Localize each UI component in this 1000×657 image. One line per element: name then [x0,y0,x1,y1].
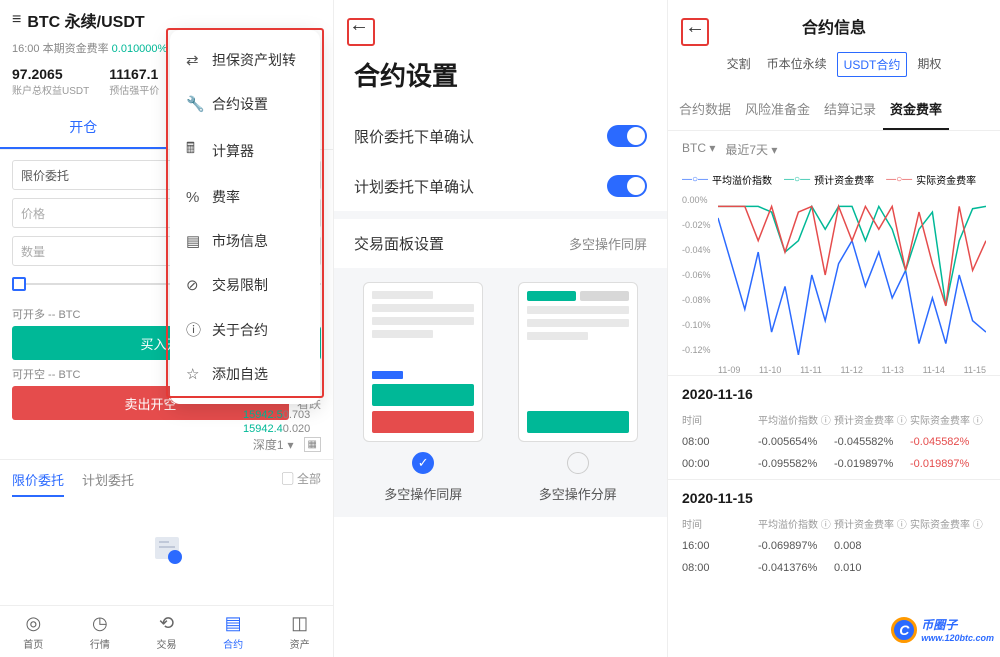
liq-value: 11167.1 [109,66,159,82]
screenshot-panel-3: ← 合约信息 交割 币本位永续 USDT合约 期权 合约数据 风险准备金 结算记… [667,0,1000,657]
menu-market-info[interactable]: ▤市场信息 [170,219,320,263]
equity-label: 账户总权益USDT [12,82,89,97]
limit-confirm-label: 限价委托下单确认 [354,126,474,147]
type-usdt[interactable]: USDT合约 [837,52,908,77]
tab-open[interactable]: 开仓 [0,107,167,149]
nav-trade[interactable]: ⟲交易 [133,606,200,657]
list-icon: ▤ [186,232,202,250]
price-input[interactable]: 价格 [21,205,45,222]
menu-fees[interactable]: %费率 [170,175,320,219]
calculator-icon: 🖩 [186,138,202,163]
table-row: 08:00-0.005654%-0.045582%-0.045582% [682,431,986,453]
radio-checked-icon [412,452,434,474]
table-row: 08:00-0.041376%0.010 [682,557,986,579]
menu-icon[interactable]: ≡ [12,11,21,29]
equity-value: 97.2065 [12,66,89,82]
plan-confirm-label: 计划委托下单确认 [354,176,474,197]
nav-assets[interactable]: ◫资产 [266,606,333,657]
nav-futures[interactable]: ▤合约 [200,606,267,657]
book-price: 15942.4 [243,423,283,435]
funding-rate-chart: 0.00%-0.02%-0.04%-0.06%-0.08%-0.10%-0.12… [682,195,986,375]
date-header: 2020-11-15 [682,490,986,506]
plan-confirm-toggle[interactable] [607,175,647,197]
funding-label: 16:00 本期资金费率 [12,43,109,55]
layout-split-option[interactable]: 多空操作分屏 [509,282,648,503]
layout-split-label: 多空操作分屏 [539,484,617,503]
empty-orders [0,497,333,602]
percent-icon: % [186,189,202,206]
menu-about[interactable]: ⓘ关于合约 [170,307,320,352]
back-button[interactable]: ← [682,14,708,40]
depth-select[interactable]: 深度1 [253,436,284,453]
logo-icon: C [891,617,917,643]
star-icon: ☆ [186,365,202,383]
menu-limits[interactable]: ⊘交易限制 [170,263,320,307]
type-coin-perp[interactable]: 币本位永续 [761,52,833,77]
doc-icon: ▤ [225,613,242,634]
date-header: 2020-11-16 [682,386,986,402]
chart-legend: —○—平均溢价指数 —○—预计资金费率 —○—实际资金费率 [668,168,1000,195]
watermark: C 币圈子 www.120btc.com [891,616,994,643]
layout-combined-option[interactable]: 多空操作同屏 [354,282,493,503]
book-qty: 0.703 [283,409,311,421]
nav-markets[interactable]: ◷行情 [67,606,134,657]
period-filter[interactable]: 最近7天 ▾ [725,141,777,158]
back-button[interactable]: ← [346,12,372,38]
info-tab-risk[interactable]: 风险准备金 [738,89,817,130]
radio-unchecked-icon [567,452,589,474]
info-tab-settle[interactable]: 结算记录 [817,89,883,130]
overflow-menu: ⇄担保资产划转 🔧合约设置 🖩计算器 %费率 ▤市场信息 ⊘交易限制 ⓘ关于合约… [170,30,320,404]
menu-calculator[interactable]: 🖩计算器 [170,126,320,175]
compass-icon: ◷ [92,613,108,634]
info-tab-funding[interactable]: 资金费率 [883,89,949,130]
bottom-nav: ◎首页 ◷行情 ⟲交易 ▤合约 ◫资产 [0,605,333,657]
panel-setting-value: 多空操作同屏 [569,234,647,253]
info-tab-data[interactable]: 合约数据 [672,89,738,130]
info-icon: ⓘ [186,319,202,340]
book-qty: 0.020 [283,423,311,435]
page-title: 合约信息 [668,0,1000,46]
liq-label: 预估强平价 [109,82,159,97]
menu-favorite[interactable]: ☆添加自选 [170,352,320,396]
forbid-icon: ⊘ [186,276,202,294]
type-delivery[interactable]: 交割 [721,52,757,77]
flame-icon: ◎ [25,613,41,634]
wrench-icon: 🔧 [186,95,202,113]
menu-settings[interactable]: 🔧合约设置 [170,82,320,126]
screenshot-panel-2: ← 合约设置 限价委托下单确认 计划委托下单确认 交易面板设置 多空操作同屏 多… [333,0,667,657]
book-layout-icon[interactable]: ▦ [304,437,321,452]
layout-combined-label: 多空操作同屏 [384,484,462,503]
trade-icon: ⟲ [159,613,174,634]
menu-transfer[interactable]: ⇄担保资产划转 [170,38,320,82]
wallet-icon: ◫ [291,613,308,634]
screenshot-panel-1: ≡ BTC 永续/USDT 16:00 本期资金费率 0.010000% 97.… [0,0,333,657]
type-options[interactable]: 期权 [911,52,947,77]
page-title: 合约设置 [334,50,667,111]
coin-filter[interactable]: BTC ▾ [682,141,715,158]
chevron-down-icon: ▾ [288,438,294,452]
orders-limit-tab[interactable]: 限价委托 [12,470,64,497]
table-row: 16:00-0.069897%0.008 [682,535,986,557]
book-price: 15942.5 [243,409,283,421]
limit-confirm-toggle[interactable] [607,125,647,147]
table-row: 00:00-0.095582%-0.019897%-0.019897% [682,453,986,475]
transfer-icon: ⇄ [186,51,202,69]
orders-plan-tab[interactable]: 计划委托 [82,470,134,497]
funding-rate: 0.010000% [112,43,168,55]
orders-all-link[interactable]: ▢ 全部 [282,470,321,497]
panel-setting-label: 交易面板设置 [354,233,444,254]
trading-pair[interactable]: BTC 永续/USDT [27,8,144,32]
nav-home[interactable]: ◎首页 [0,606,67,657]
